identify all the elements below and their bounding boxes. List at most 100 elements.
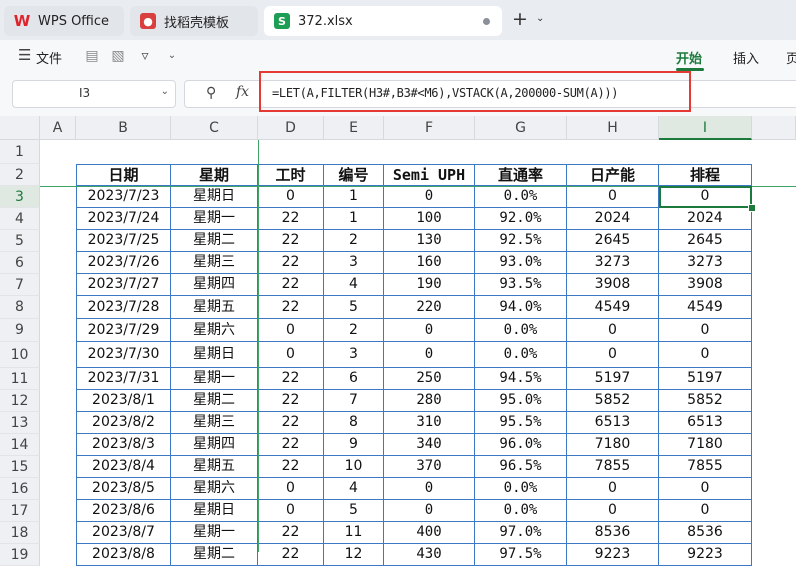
row-header-10[interactable]: 10 xyxy=(0,342,40,368)
table-cell[interactable]: 100 xyxy=(384,208,475,230)
table-cell[interactable]: 4549 xyxy=(567,296,659,319)
table-cell[interactable]: 6513 xyxy=(567,412,659,434)
row-header-2[interactable]: 2 xyxy=(0,164,40,186)
row-header-1[interactable]: 1 xyxy=(0,140,40,164)
active-cell[interactable] xyxy=(659,186,752,208)
table-cell[interactable]: 6513 xyxy=(659,412,752,434)
table-cell[interactable]: 2023/7/29 xyxy=(76,319,171,342)
row-header-13[interactable]: 13 xyxy=(0,412,40,434)
table-cell[interactable]: 2023/7/28 xyxy=(76,296,171,319)
table-cell[interactable]: 5 xyxy=(324,500,384,522)
table-cell[interactable]: 94.0% xyxy=(475,296,567,319)
table-cell[interactable]: 0.0% xyxy=(475,478,567,500)
name-box[interactable]: I3 ⌄ xyxy=(12,80,176,108)
table-cell[interactable]: 0 xyxy=(567,186,659,208)
table-cell[interactable]: 星期一 xyxy=(171,522,258,544)
menu-page[interactable]: 页 xyxy=(786,48,796,67)
table-cell[interactable]: 96.0% xyxy=(475,434,567,456)
table-cell[interactable]: 2023/8/7 xyxy=(76,522,171,544)
table-cell[interactable]: 95.0% xyxy=(475,390,567,412)
table-cell[interactable]: 2 xyxy=(324,230,384,252)
table-cell[interactable]: 1 xyxy=(324,186,384,208)
hamburger-icon[interactable]: ☰ xyxy=(18,46,31,64)
table-cell[interactable]: 95.5% xyxy=(475,412,567,434)
table-cell[interactable]: 7 xyxy=(324,390,384,412)
row-header-4[interactable]: 4 xyxy=(0,208,40,230)
table-cell[interactable]: 0 xyxy=(567,500,659,522)
table-cell[interactable]: 3273 xyxy=(659,252,752,274)
column-header-g[interactable]: G xyxy=(475,116,567,140)
table-header-cell[interactable]: 排程 xyxy=(659,164,752,186)
row-header-16[interactable]: 16 xyxy=(0,478,40,500)
table-cell[interactable]: 3908 xyxy=(567,274,659,296)
table-cell[interactable]: 0 xyxy=(258,500,324,522)
table-cell[interactable]: 0.0% xyxy=(475,500,567,522)
table-cell[interactable]: 0 xyxy=(384,500,475,522)
table-cell[interactable]: 2023/7/30 xyxy=(76,342,171,368)
table-cell[interactable]: 2645 xyxy=(567,230,659,252)
table-cell[interactable]: 12 xyxy=(324,544,384,566)
table-cell[interactable]: 5197 xyxy=(567,368,659,390)
table-cell[interactable]: 5852 xyxy=(659,390,752,412)
column-header-c[interactable]: C xyxy=(171,116,258,140)
table-cell[interactable]: 7855 xyxy=(659,456,752,478)
table-header-cell[interactable]: 编号 xyxy=(324,164,384,186)
table-header-cell[interactable]: 工时 xyxy=(258,164,324,186)
table-cell[interactable]: 2023/8/8 xyxy=(76,544,171,566)
table-cell[interactable]: 0.0% xyxy=(475,319,567,342)
table-cell[interactable]: 4549 xyxy=(659,296,752,319)
table-header-cell[interactable]: 日期 xyxy=(76,164,171,186)
table-cell[interactable]: 7180 xyxy=(567,434,659,456)
table-cell[interactable]: 7180 xyxy=(659,434,752,456)
table-cell[interactable]: 2 xyxy=(324,319,384,342)
table-cell[interactable]: 0 xyxy=(258,186,324,208)
table-cell[interactable]: 92.5% xyxy=(475,230,567,252)
table-cell[interactable]: 22 xyxy=(258,274,324,296)
table-cell[interactable]: 93.5% xyxy=(475,274,567,296)
table-cell[interactable]: 22 xyxy=(258,368,324,390)
table-cell[interactable]: 22 xyxy=(258,456,324,478)
table-cell[interactable]: 22 xyxy=(258,252,324,274)
table-cell[interactable]: 3273 xyxy=(567,252,659,274)
table-cell[interactable]: 2023/8/5 xyxy=(76,478,171,500)
tab-wps-office[interactable]: W WPS Office xyxy=(4,6,124,36)
table-cell[interactable]: 22 xyxy=(258,296,324,319)
row-header-15[interactable]: 15 xyxy=(0,456,40,478)
row-header-17[interactable]: 17 xyxy=(0,500,40,522)
table-cell[interactable]: 3 xyxy=(324,342,384,368)
table-cell[interactable]: 0.0% xyxy=(475,186,567,208)
table-cell[interactable]: 97.0% xyxy=(475,522,567,544)
table-cell[interactable]: 0 xyxy=(384,319,475,342)
table-cell[interactable]: 3908 xyxy=(659,274,752,296)
table-cell[interactable]: 2023/8/1 xyxy=(76,390,171,412)
row-header-7[interactable]: 7 xyxy=(0,274,40,296)
table-cell[interactable]: 5197 xyxy=(659,368,752,390)
chevron-down-icon[interactable]: ⌄ xyxy=(161,86,169,97)
table-cell[interactable]: 2023/8/2 xyxy=(76,412,171,434)
table-cell[interactable]: 0 xyxy=(567,319,659,342)
table-cell[interactable]: 1 xyxy=(324,208,384,230)
table-cell[interactable]: 2024 xyxy=(567,208,659,230)
column-header-i[interactable]: I xyxy=(659,116,752,140)
table-cell[interactable]: 310 xyxy=(384,412,475,434)
table-cell[interactable]: 5 xyxy=(324,296,384,319)
table-cell[interactable]: 7855 xyxy=(567,456,659,478)
table-cell[interactable]: 96.5% xyxy=(475,456,567,478)
select-all-corner[interactable] xyxy=(0,116,40,140)
fx-icon[interactable]: fx xyxy=(236,84,249,100)
column-header-d[interactable]: D xyxy=(258,116,324,140)
fill-handle[interactable] xyxy=(748,204,756,212)
table-cell[interactable]: 22 xyxy=(258,390,324,412)
table-cell[interactable]: 3 xyxy=(324,252,384,274)
table-cell[interactable]: 94.5% xyxy=(475,368,567,390)
table-cell[interactable]: 0 xyxy=(659,500,752,522)
table-cell[interactable]: 0 xyxy=(258,342,324,368)
table-cell[interactable]: 8536 xyxy=(567,522,659,544)
row-header-14[interactable]: 14 xyxy=(0,434,40,456)
table-cell[interactable]: 190 xyxy=(384,274,475,296)
table-cell[interactable]: 星期日 xyxy=(171,186,258,208)
menu-file[interactable]: 文件 xyxy=(36,48,62,67)
table-cell[interactable]: 8 xyxy=(324,412,384,434)
table-cell[interactable]: 0 xyxy=(567,478,659,500)
table-cell[interactable]: 0 xyxy=(659,478,752,500)
